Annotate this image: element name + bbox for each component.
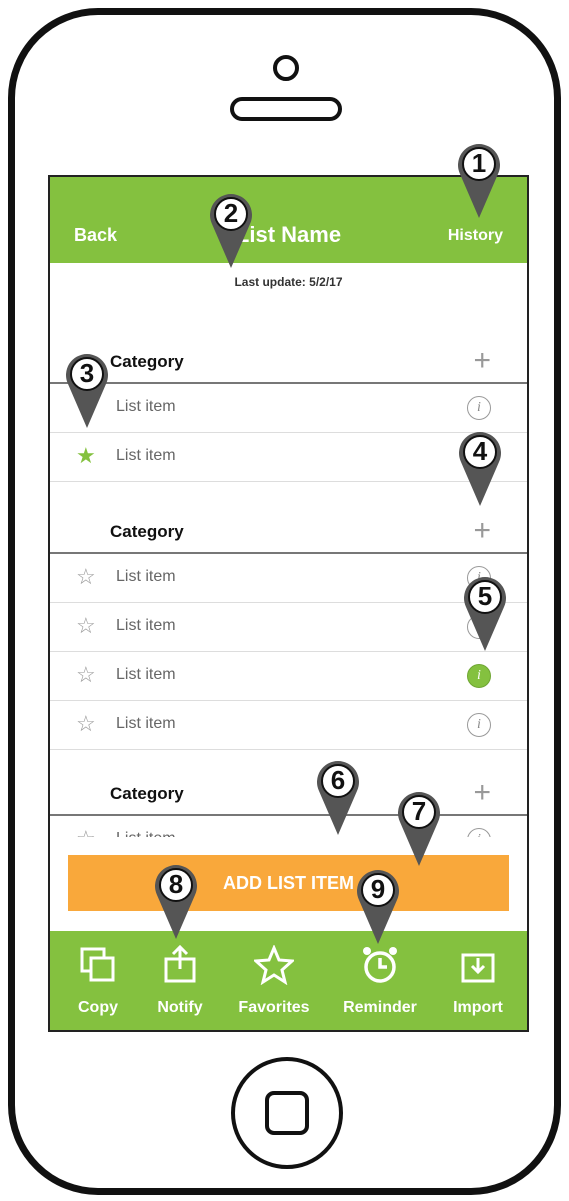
callout-marker: 9: [353, 866, 403, 946]
callout-number: 7: [411, 796, 427, 826]
last-update-text: Last update: 5/2/17: [234, 275, 343, 289]
toolbar-favorites-button[interactable]: Favorites: [226, 931, 322, 1030]
toolbar-label: Notify: [157, 999, 203, 1016]
list-item-label: List item: [116, 398, 176, 415]
list-item[interactable]: ☆ List item i: [50, 701, 527, 750]
bottom-toolbar: Copy Notify Favorites Reminder Import: [50, 931, 527, 1030]
toolbar-label: Reminder: [343, 999, 417, 1016]
add-to-category-icon[interactable]: +: [473, 776, 491, 810]
callout-marker: 7: [394, 788, 444, 868]
info-icon[interactable]: i: [467, 713, 491, 737]
toolbar-reminder-button[interactable]: Reminder: [332, 931, 428, 1030]
toolbar-import-button[interactable]: Import: [430, 931, 526, 1030]
star-outline-icon[interactable]: ☆: [76, 713, 96, 735]
list-item[interactable]: List item i: [50, 384, 527, 433]
camera-icon: [273, 55, 299, 81]
callout-marker: 6: [313, 757, 363, 837]
list-item[interactable]: ☆ List item i: [50, 816, 527, 837]
list-item[interactable]: ☆List itemi: [50, 603, 527, 652]
toolbar-label: Import: [453, 999, 503, 1016]
history-button[interactable]: History: [448, 227, 503, 245]
callout-marker: 5: [460, 573, 510, 653]
category-header: Category +: [50, 342, 527, 384]
list-item-label: List item: [116, 666, 176, 683]
add-to-category-icon[interactable]: +: [473, 514, 491, 548]
category-header: Category +: [50, 512, 527, 554]
speaker-icon: [230, 97, 342, 121]
screen: Back List Name History Last update: 5/2/…: [48, 175, 529, 1032]
category-label: Category: [110, 784, 184, 803]
callout-marker: 2: [206, 190, 256, 270]
category-header: Category +: [50, 774, 527, 816]
callout-marker: 3: [62, 350, 112, 430]
callout-number: 2: [223, 198, 239, 228]
list-container[interactable]: Category + List item i ★ List item i Category + ☆…: [50, 327, 527, 837]
home-square-icon: [265, 1091, 309, 1135]
toolbar-label: Favorites: [238, 999, 310, 1016]
list-item[interactable]: ☆ List item i: [50, 652, 527, 701]
list-item-label: List item: [116, 447, 176, 464]
category-label: Category: [110, 352, 184, 371]
info-icon[interactable]: i: [467, 396, 491, 420]
star-outline-icon[interactable]: ☆: [76, 566, 96, 588]
list-item-label: List item: [116, 715, 176, 732]
callout-number: 5: [477, 581, 493, 611]
star-outline-icon[interactable]: ☆: [76, 615, 96, 637]
callout-number: 3: [79, 358, 95, 388]
info-icon[interactable]: i: [467, 828, 491, 837]
star-outline-icon[interactable]: ☆: [76, 828, 96, 838]
callout-number: 1: [471, 148, 487, 178]
callout-number: 4: [472, 436, 488, 466]
toolbar-notify-button[interactable]: Notify: [132, 931, 228, 1030]
list-item-label: List item: [116, 568, 176, 585]
star-filled-icon[interactable]: ★: [76, 445, 96, 467]
callout-marker: 8: [151, 861, 201, 941]
callout-number: 9: [370, 874, 386, 904]
callout-marker: 1: [454, 140, 504, 220]
category-label: Category: [110, 522, 184, 541]
star-outline-icon[interactable]: ☆: [76, 664, 96, 686]
callout-number: 8: [168, 869, 184, 899]
info-icon[interactable]: i: [467, 664, 491, 688]
callout-number: 6: [330, 765, 346, 795]
callout-marker: 4: [455, 428, 505, 508]
list-item-label: List item: [116, 617, 176, 634]
list-item[interactable]: ☆List itemi: [50, 554, 527, 603]
add-to-category-icon[interactable]: +: [473, 344, 491, 378]
list-item-label: List item: [116, 830, 176, 837]
